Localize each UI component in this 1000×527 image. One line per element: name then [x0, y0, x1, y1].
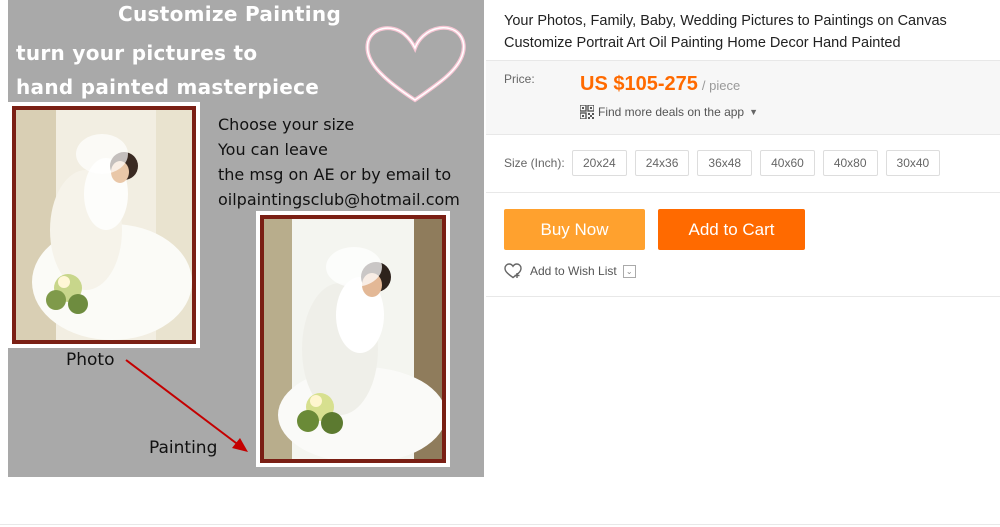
price-amount: US $105-275	[580, 73, 698, 95]
app-deals-link[interactable]: Find more deals on the app ▼	[580, 105, 758, 119]
promo-title: Customize Painting	[118, 2, 342, 26]
price-label: Price:	[504, 72, 535, 86]
price-section: Price: US $105-275/ piece Find more deal…	[486, 61, 1000, 134]
size-option[interactable]: 24x36	[634, 150, 690, 176]
bride-photo-image	[16, 110, 192, 340]
add-to-wishlist[interactable]: Add to Wish List ⌄	[504, 263, 636, 279]
bride-painting-image	[264, 219, 442, 459]
product-info-panel: Your Photos, Family, Baby, Wedding Pictu…	[486, 0, 1000, 527]
instruction-line: You can leave	[218, 140, 328, 159]
size-options: 20x24 24x36 36x48 40x60 40x80 30x40	[572, 150, 941, 176]
size-option[interactable]: 40x80	[822, 150, 878, 176]
size-label: Size (Inch):	[504, 156, 565, 170]
promo-subtitle-line: turn your pictures to	[16, 41, 258, 65]
add-to-cart-button[interactable]: Add to Cart	[658, 209, 805, 250]
divider	[486, 296, 1000, 297]
photo-label: Photo	[66, 350, 115, 370]
instruction-line: Choose your size	[218, 115, 355, 134]
painted-result	[256, 211, 450, 467]
caret-down-icon: ▼	[749, 107, 759, 117]
instruction-line: oilpaintingsclub@hotmail.com	[218, 190, 460, 209]
product-main-image[interactable]: Customize Painting turn your pictures to…	[8, 0, 484, 477]
buy-now-button[interactable]: Buy Now	[504, 209, 645, 250]
heart-outline-icon	[365, 25, 466, 103]
price-value: US $105-275/ piece	[580, 73, 740, 96]
original-photo	[8, 102, 200, 348]
instruction-line: the msg on AE or by email to	[218, 165, 452, 184]
promo-subtitle: turn your pictures to hand painted maste…	[16, 36, 319, 104]
chevron-down-icon[interactable]: ⌄	[622, 264, 636, 278]
painting-label: Painting	[149, 438, 218, 458]
size-option[interactable]: 30x40	[885, 150, 941, 176]
price-unit: / piece	[701, 78, 741, 93]
app-deals-text: Find more deals on the app	[598, 105, 745, 119]
wishlist-label: Add to Wish List	[530, 264, 617, 278]
promo-subtitle-line: hand painted masterpiece	[16, 75, 320, 99]
size-selector: Size (Inch): 20x24 24x36 36x48 40x60 40x…	[504, 150, 941, 176]
qr-code-icon	[580, 105, 594, 119]
size-option[interactable]: 36x48	[697, 150, 753, 176]
size-option[interactable]: 20x24	[572, 150, 627, 176]
instructions-text: Choose your size You can leave the msg o…	[218, 112, 460, 212]
product-title: Your Photos, Family, Baby, Wedding Pictu…	[504, 13, 947, 51]
size-option[interactable]: 40x60	[760, 150, 815, 176]
divider	[0, 524, 1000, 525]
divider	[486, 134, 1000, 135]
divider	[486, 192, 1000, 193]
wishlist-heart-icon	[504, 263, 522, 279]
